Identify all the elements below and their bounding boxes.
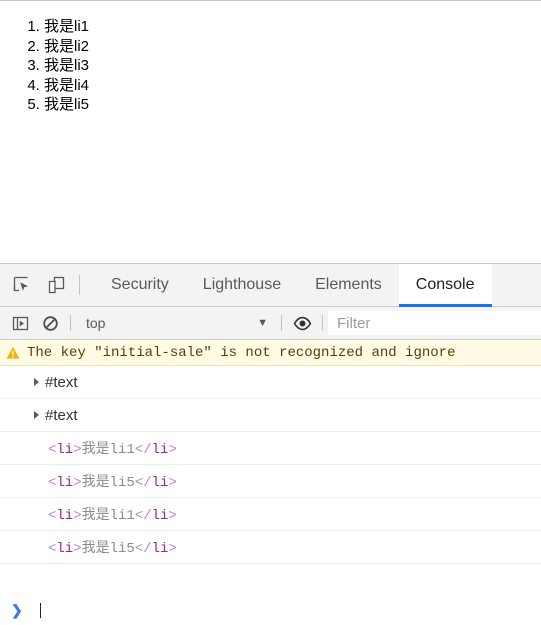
list-item: 我是li1 <box>44 17 541 37</box>
devtools-panel: Security Lighthouse Elements Console top… <box>0 263 541 625</box>
tag-name: li <box>56 475 74 491</box>
tag-name: li <box>151 508 169 524</box>
tag-name: li <box>56 541 74 557</box>
close-bracket: > <box>73 442 82 458</box>
element-text: 我是li5 <box>81 541 135 557</box>
tag-name: li <box>56 508 74 524</box>
element-text: 我是li1 <box>81 442 135 458</box>
html-element-output: <li>我是li5</li> <box>48 471 177 491</box>
close-bracket: > <box>73 541 82 557</box>
tab-label: Security <box>111 276 169 293</box>
console-html-message[interactable]: <li>我是li5</li> <box>0 465 541 498</box>
tab-label: Lighthouse <box>202 276 282 293</box>
close-bracket: > <box>73 508 82 524</box>
chevron-down-icon: ▼ <box>257 317 268 329</box>
close-bracket: > <box>168 475 177 491</box>
element-text: 我是li1 <box>81 508 135 524</box>
tag-name: li <box>56 442 74 458</box>
expand-triangle-icon[interactable] <box>34 411 39 419</box>
console-node-message[interactable]: #text <box>0 399 541 432</box>
tag-name: li <box>151 541 169 557</box>
html-element-output: <li>我是li1</li> <box>48 438 177 458</box>
open-bracket: </ <box>134 508 152 524</box>
tab-security[interactable]: Security <box>94 264 186 306</box>
node-label: #text <box>45 406 78 424</box>
element-text: 我是li5 <box>81 475 135 491</box>
list-item: 我是li5 <box>44 95 541 115</box>
console-html-message[interactable]: <li>我是li1</li> <box>0 432 541 465</box>
live-expression-eye-icon <box>293 316 311 330</box>
list-item: 我是li3 <box>44 56 541 76</box>
devtools-tab-list: Security Lighthouse Elements Console <box>94 264 492 307</box>
console-warning-message[interactable]: The key "initial-sale" is not recognized… <box>0 340 541 366</box>
tab-label: Console <box>415 276 475 293</box>
list-item: 我是li2 <box>44 37 541 57</box>
close-bracket: > <box>73 475 82 491</box>
text-cursor <box>39 602 41 618</box>
devtools-tabstrip: Security Lighthouse Elements Console <box>0 264 541 307</box>
device-toolbar-icon <box>48 276 65 294</box>
toolbar-divider <box>70 315 71 331</box>
toolbar-divider <box>281 315 282 331</box>
clear-console-button[interactable] <box>35 307 65 340</box>
console-toolbar: top ▼ <box>0 307 541 340</box>
tab-elements[interactable]: Elements <box>298 264 399 306</box>
live-expression-button[interactable] <box>287 307 317 340</box>
open-bracket: </ <box>134 541 152 557</box>
tab-lighthouse[interactable]: Lighthouse <box>186 264 298 306</box>
inspect-element-icon <box>13 276 28 292</box>
prompt-chevron-icon: ❯ <box>11 602 23 618</box>
warning-triangle-icon <box>6 346 20 359</box>
toolbar-divider <box>79 275 80 295</box>
html-element-output: <li>我是li5</li> <box>48 537 177 557</box>
clear-console-icon <box>42 315 58 331</box>
toolbar-divider <box>322 315 323 331</box>
device-toolbar-button[interactable] <box>39 264 73 306</box>
list-item: 我是li4 <box>44 76 541 96</box>
expand-triangle-icon[interactable] <box>34 378 39 386</box>
inspect-element-button[interactable] <box>5 264 39 306</box>
close-bracket: > <box>168 442 177 458</box>
console-html-message[interactable]: <li>我是li1</li> <box>0 498 541 531</box>
console-node-message[interactable]: #text <box>0 366 541 399</box>
warning-text: The key "initial-sale" is not recognized… <box>27 344 456 361</box>
html-element-output: <li>我是li1</li> <box>48 504 177 524</box>
ordered-list: 我是li1我是li2我是li3我是li4我是li5 <box>0 17 541 115</box>
tab-label: Elements <box>315 276 382 293</box>
browser-viewport: 我是li1我是li2我是li3我是li4我是li5 <box>0 0 541 263</box>
execution-context-label: top <box>86 315 106 331</box>
console-prompt[interactable]: ❯ <box>0 595 541 625</box>
console-sidebar-button[interactable] <box>5 307 35 340</box>
execution-context-dropdown[interactable]: top ▼ <box>76 307 276 340</box>
console-message-list: The key "initial-sale" is not recognized… <box>0 340 541 595</box>
close-bracket: > <box>168 508 177 524</box>
console-html-message[interactable]: <li>我是li5</li> <box>0 531 541 564</box>
filter-input[interactable] <box>328 311 541 335</box>
tag-name: li <box>151 442 169 458</box>
tab-console[interactable]: Console <box>398 264 492 307</box>
open-bracket: </ <box>134 475 152 491</box>
tag-name: li <box>151 475 169 491</box>
node-label: #text <box>45 373 78 391</box>
close-bracket: > <box>168 541 177 557</box>
open-bracket: </ <box>134 442 152 458</box>
console-sidebar-icon <box>12 316 28 330</box>
